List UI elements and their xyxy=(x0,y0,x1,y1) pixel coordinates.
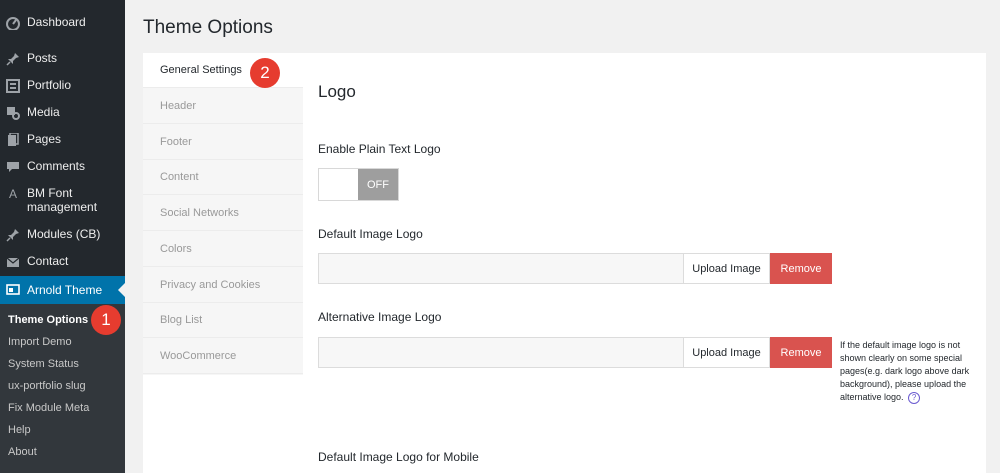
sidebar-item-label: Arnold Theme xyxy=(27,283,103,297)
sidebar-item-label: Modules (CB) xyxy=(27,227,101,241)
theme-icon xyxy=(5,282,21,298)
remove-button[interactable]: Remove xyxy=(770,253,832,284)
submenu-item-help[interactable]: Help xyxy=(8,424,31,437)
pages-icon xyxy=(5,132,21,148)
help-icon[interactable]: ? xyxy=(908,391,921,404)
upload-image-button[interactable]: Upload Image xyxy=(684,253,770,284)
font-icon: A xyxy=(8,187,17,201)
mail-icon xyxy=(5,254,21,270)
admin-sidebar: Dashboard Posts Portfolio Media Pages Co… xyxy=(0,0,125,473)
submenu-item-theme-options[interactable]: Theme Options xyxy=(8,314,88,327)
sidebar-item-pages[interactable]: Pages xyxy=(0,132,125,148)
sidebar-item-modules[interactable]: Modules (CB) xyxy=(0,227,125,243)
toggle-state: OFF xyxy=(358,169,398,200)
comments-icon xyxy=(5,159,21,175)
submenu-item-import-demo[interactable]: Import Demo xyxy=(8,336,72,349)
submenu-item-fix-module-meta[interactable]: Fix Module Meta xyxy=(8,402,89,415)
media-icon xyxy=(5,105,21,121)
tab-privacy-cookies[interactable]: Privacy and Cookies xyxy=(143,268,303,303)
sidebar-item-label: Pages xyxy=(27,132,62,146)
sidebar-item-dashboard[interactable]: Dashboard xyxy=(0,15,125,31)
sidebar-item-label: BM Font management xyxy=(27,186,98,214)
step-badge-2: 2 xyxy=(250,58,280,88)
sidebar-item-label: Portfolio xyxy=(27,78,72,92)
mobile-logo-label: Default Image Logo for Mobile xyxy=(318,450,479,464)
sidebar-item-bm-font[interactable]: A BM Font management xyxy=(0,186,125,216)
tab-content[interactable]: Content xyxy=(143,160,303,195)
tab-footer[interactable]: Footer xyxy=(143,125,303,160)
tab-blog-list[interactable]: Blog List xyxy=(143,303,303,338)
sidebar-item-label: Posts xyxy=(27,51,58,65)
sidebar-item-label: Media xyxy=(27,105,60,119)
submenu-item-about[interactable]: About xyxy=(8,446,37,459)
remove-button[interactable]: Remove xyxy=(770,337,832,368)
sidebar-item-label: Comments xyxy=(27,159,86,173)
pin-icon xyxy=(5,227,21,243)
sidebar-item-label: Contact xyxy=(27,254,69,268)
tab-header[interactable]: Header xyxy=(143,89,303,124)
sidebar-item-media[interactable]: Media xyxy=(0,105,125,121)
plain-text-logo-toggle[interactable]: OFF xyxy=(318,168,399,201)
sidebar-item-label: Dashboard xyxy=(27,15,86,29)
pin-icon xyxy=(5,51,21,67)
portfolio-icon xyxy=(5,78,21,94)
alt-logo-field[interactable] xyxy=(318,337,684,368)
tab-woocommerce[interactable]: WooCommerce xyxy=(143,339,303,374)
plain-text-logo-label: Enable Plain Text Logo xyxy=(318,142,441,156)
default-logo-label: Default Image Logo xyxy=(318,227,423,241)
submenu-item-portfolio-slug[interactable]: ux-portfolio slug xyxy=(8,380,86,393)
options-panel: General Settings Header Footer Content S… xyxy=(143,53,986,473)
step-badge-1: 1 xyxy=(91,305,121,335)
alt-logo-label: Alternative Image Logo xyxy=(318,310,442,324)
default-logo-upload: Upload Image Remove xyxy=(318,253,832,284)
alt-logo-upload: Upload Image Remove xyxy=(318,337,832,368)
alt-logo-help: If the default image logo is not shown c… xyxy=(840,339,970,404)
default-logo-field[interactable] xyxy=(318,253,684,284)
settings-tabs: General Settings Header Footer Content S… xyxy=(143,53,303,375)
tab-social-networks[interactable]: Social Networks xyxy=(143,196,303,231)
sidebar-item-posts[interactable]: Posts xyxy=(0,51,125,67)
upload-image-button[interactable]: Upload Image xyxy=(684,337,770,368)
submenu-item-system-status[interactable]: System Status xyxy=(8,358,79,371)
sidebar-item-arnold-theme[interactable]: Arnold Theme xyxy=(0,276,125,304)
sidebar-item-contact[interactable]: Contact xyxy=(0,254,125,270)
page-title: Theme Options xyxy=(143,17,273,38)
toggle-knob xyxy=(319,169,359,200)
section-title: Logo xyxy=(318,82,356,101)
sidebar-item-comments[interactable]: Comments xyxy=(0,159,125,175)
tab-colors[interactable]: Colors xyxy=(143,232,303,267)
dashboard-icon xyxy=(5,15,21,31)
active-indicator xyxy=(118,283,125,297)
sidebar-item-portfolio[interactable]: Portfolio xyxy=(0,78,125,94)
help-text: If the default image logo is not shown c… xyxy=(840,340,970,402)
